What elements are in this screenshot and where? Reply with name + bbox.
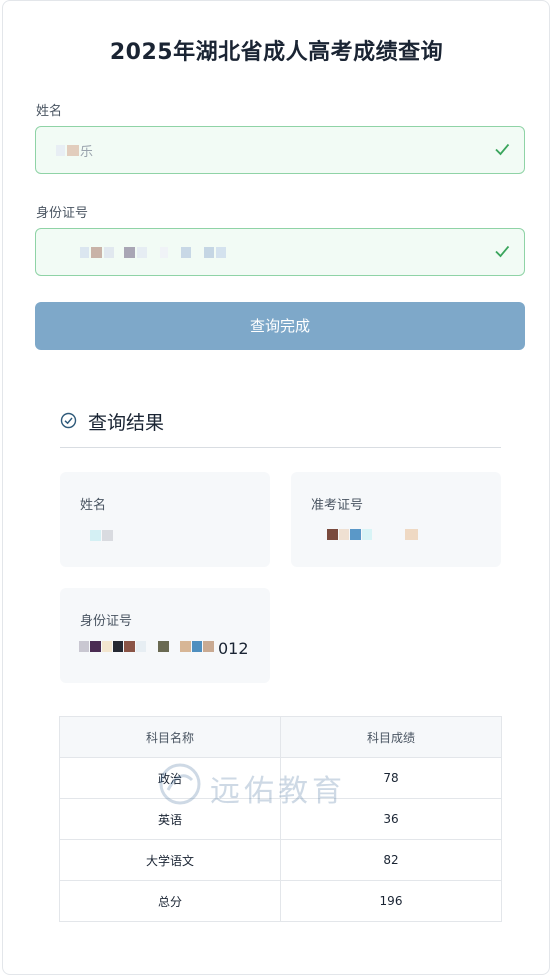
result-id-card: 身份证号 012 (60, 588, 270, 683)
result-ticket-card: 准考证号 (291, 472, 501, 567)
result-id-suffix: 012 (218, 639, 249, 658)
table-row: 总分 196 (59, 880, 502, 922)
check-icon (495, 245, 510, 258)
check-icon (495, 143, 510, 156)
query-complete-button[interactable]: 查询完成 (35, 302, 525, 350)
scores-table: 科目名称 科目成绩 政治 78 英语 36 大学语文 82 总分 196 (59, 716, 502, 922)
check-circle-icon (60, 412, 77, 429)
result-heading-text: 查询结果 (88, 412, 165, 434)
header-subject: 科目名称 (59, 716, 281, 758)
table-row: 大学语文 82 (59, 839, 502, 881)
result-ticket-label: 准考证号 (311, 498, 364, 513)
result-name-card: 姓名 (60, 472, 270, 567)
subject-name: 总分 (59, 880, 281, 922)
id-label: 身份证号 (36, 206, 89, 221)
name-field[interactable]: 乐 (35, 126, 525, 174)
table-header-row: 科目名称 科目成绩 (59, 716, 502, 758)
watermark-text: 远佑教育 (210, 774, 346, 809)
result-id-label: 身份证号 (80, 614, 133, 629)
name-label: 姓名 (36, 104, 63, 119)
header-score: 科目成绩 (280, 716, 502, 758)
name-visible-char: 乐 (80, 145, 94, 160)
result-name-label: 姓名 (80, 498, 107, 513)
id-field[interactable] (35, 228, 525, 276)
subject-score: 82 (280, 839, 502, 881)
page-title: 2025年湖北省成人高考成绩查询 (109, 40, 444, 65)
result-heading: 查询结果 (60, 406, 501, 448)
watermark: 远佑教育 (158, 762, 378, 809)
watermark-logo-icon (159, 763, 201, 805)
subject-score: 196 (280, 880, 502, 922)
subject-name: 大学语文 (59, 839, 281, 881)
